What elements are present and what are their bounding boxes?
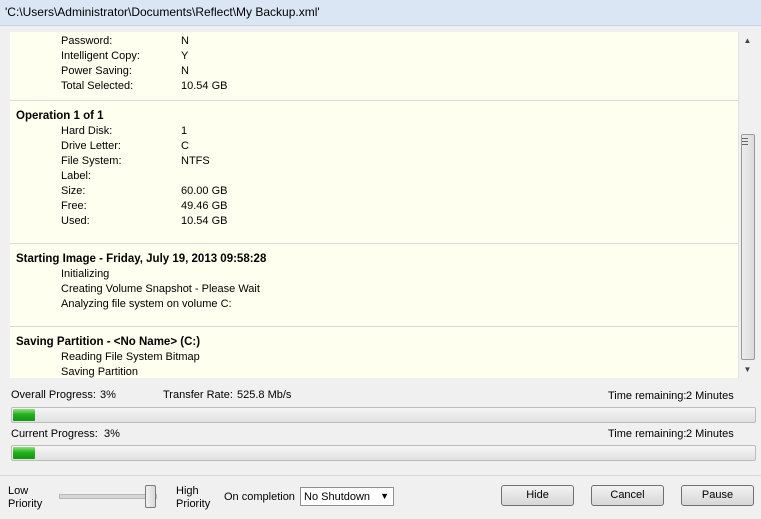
log-key: Total Selected: — [61, 80, 134, 92]
transfer-rate-value: 525.8 Mb/s — [237, 389, 292, 401]
log-line: Creating Volume Snapshot - Please Wait — [61, 283, 260, 295]
log-value: N — [181, 65, 189, 77]
log-key: Hard Disk: — [61, 125, 113, 137]
current-progress-value: 3% — [104, 428, 120, 440]
log-row: Size: 60.00 GB — [10, 184, 738, 199]
arrow-down-icon[interactable]: ▼ — [739, 361, 756, 378]
window-title: 'C:\Users\Administrator\Documents\Reflec… — [5, 5, 320, 19]
current-progress-bar — [11, 445, 756, 461]
log-value: Y — [181, 50, 189, 62]
log-row: Drive Letter: C — [10, 139, 738, 154]
title-bar: 'C:\Users\Administrator\Documents\Reflec… — [0, 0, 761, 26]
log-line: Saving Partition — [61, 366, 139, 378]
log-row: Total Selected: 10.54 GB — [10, 79, 738, 94]
on-completion-select[interactable]: No Shutdown ▼ — [300, 487, 394, 506]
on-completion-value: No Shutdown — [304, 491, 371, 503]
time-remaining-label: Time remaining: — [608, 428, 687, 440]
overall-progress-label: Overall Progress: — [11, 389, 96, 401]
high-priority-label: High — [176, 485, 199, 497]
overall-progress-value: 3% — [100, 389, 116, 401]
log-row: Free: 49.46 GB — [10, 199, 738, 214]
priority-slider[interactable] — [59, 494, 157, 499]
log-row: File System: NTFS — [10, 154, 738, 169]
summary-section: Password: N Intelligent Copy: Y Power Savi… — [10, 32, 738, 101]
pause-button[interactable]: Pause — [681, 485, 754, 506]
log-key: Label: — [61, 170, 91, 182]
log-row: Password: N — [10, 34, 738, 49]
time-remaining-label: Time remaining: — [608, 390, 687, 402]
section-title: Saving Partition - <No Name> (C:) — [16, 336, 201, 348]
time-remaining-value: 2 Minutes — [686, 390, 734, 402]
starting-image-section: Starting Image - Friday, July 19, 2013 0… — [10, 252, 738, 327]
hide-button[interactable]: Hide — [501, 485, 574, 506]
saving-partition-section: Saving Partition - <No Name> (C:) Readin… — [10, 335, 738, 378]
log-value: 1 — [181, 125, 188, 137]
log-key: File System: — [61, 155, 122, 167]
log-value: 49.46 GB — [181, 200, 228, 212]
high-priority-label: Priority — [176, 498, 211, 510]
low-priority-label: Low — [8, 485, 29, 497]
log-value: C — [181, 140, 189, 152]
log-row: Label: — [10, 169, 738, 184]
log-key: Power Saving: — [61, 65, 132, 77]
current-progress-fill — [13, 447, 36, 459]
log-row: Hard Disk: 1 — [10, 124, 738, 139]
on-completion-label: On completion — [224, 491, 295, 503]
log-key: Size: — [61, 185, 86, 197]
log-row: Power Saving: N — [10, 64, 738, 79]
priority-slider-thumb[interactable] — [145, 485, 156, 508]
log-key: Free: — [61, 200, 87, 212]
overall-progress-fill — [13, 409, 36, 421]
log-key: Password: — [61, 35, 113, 47]
arrow-up-icon[interactable]: ▲ — [739, 32, 756, 49]
transfer-rate-label: Transfer Rate: — [163, 389, 233, 401]
overall-progress-bar — [11, 407, 756, 423]
log-value: N — [181, 35, 189, 47]
log-line: Initializing — [61, 268, 110, 280]
time-remaining-value: 2 Minutes — [686, 428, 734, 440]
chevron-down-icon: ▼ — [380, 491, 389, 501]
cancel-button[interactable]: Cancel — [591, 485, 664, 506]
log-value: NTFS — [181, 155, 210, 167]
log-key: Intelligent Copy: — [61, 50, 140, 62]
low-priority-label: Priority — [8, 498, 43, 510]
log-scrollbar[interactable]: ▲ ▼ — [738, 32, 756, 378]
log-line: Reading File System Bitmap — [61, 351, 200, 363]
log-value: 10.54 GB — [181, 80, 228, 92]
grip-icon — [742, 138, 748, 145]
current-progress-label: Current Progress: — [11, 428, 98, 440]
log-row: Used: 10.54 GB — [10, 214, 738, 229]
log-key: Used: — [61, 215, 90, 227]
operation-section: Operation 1 of 1 Hard Disk: 1 Drive Lette… — [10, 109, 738, 244]
log-panel: Password: N Intelligent Copy: Y Power Savi… — [10, 32, 738, 378]
section-title: Starting Image - Friday, July 19, 2013 0… — [16, 253, 267, 265]
scrollbar-thumb[interactable] — [741, 134, 755, 360]
log-line: Analyzing file system on volume C: — [61, 298, 232, 310]
log-row: Intelligent Copy: Y — [10, 49, 738, 64]
log-value: 60.00 GB — [181, 185, 228, 197]
section-title: Operation 1 of 1 — [16, 110, 104, 122]
log-value: 10.54 GB — [181, 215, 228, 227]
log-key: Drive Letter: — [61, 140, 121, 152]
